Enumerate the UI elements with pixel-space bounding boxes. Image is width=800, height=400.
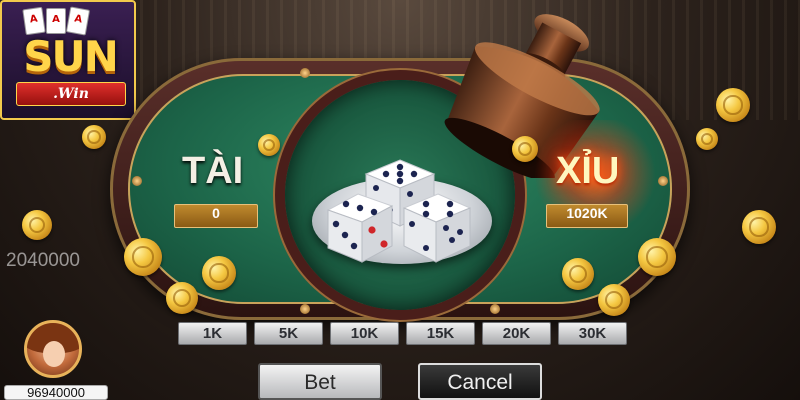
- pot-total: 2040000: [6, 250, 80, 271]
- chip-30k-button[interactable]: 30K: [558, 322, 627, 345]
- avatar-face: [43, 341, 65, 367]
- chip-selector: 1K 5K 10K 15K 20K 30K: [178, 322, 627, 345]
- logo-cards: A A A: [22, 6, 91, 36]
- tai-bet-amount: 0: [174, 204, 258, 228]
- sunwin-logo: A A A SUN .Win: [0, 0, 136, 120]
- gold-coin-icon: [598, 284, 630, 316]
- logo-brand-text: SUN: [23, 32, 119, 81]
- logo-card: A: [46, 8, 66, 34]
- gold-coin-icon: [512, 136, 538, 162]
- chip-1k-button[interactable]: 1K: [178, 322, 247, 345]
- player-balance: 96940000: [4, 385, 108, 400]
- chip-5k-button[interactable]: 5K: [254, 322, 323, 345]
- bet-button[interactable]: Bet: [258, 363, 382, 400]
- gold-coin-icon: [638, 238, 676, 276]
- rim-stud: [490, 304, 500, 314]
- gold-coin-icon: [124, 238, 162, 276]
- gold-coin-icon: [696, 128, 718, 150]
- gold-coin-icon: [258, 134, 280, 156]
- chip-10k-button[interactable]: 10K: [330, 322, 399, 345]
- logo-card: A: [22, 6, 46, 36]
- gold-coin-icon: [742, 210, 776, 244]
- xiu-bet-amount: 1020K: [546, 204, 628, 228]
- tai-label[interactable]: TÀI: [182, 150, 243, 193]
- rim-stud: [300, 304, 310, 314]
- gold-coin-icon: [716, 88, 750, 122]
- gold-coin-icon: [562, 258, 594, 290]
- player-avatar[interactable]: [24, 320, 82, 378]
- logo-ribbon: .Win: [16, 82, 126, 106]
- gold-coin-icon: [202, 256, 236, 290]
- xiu-label[interactable]: XỈU: [556, 150, 619, 193]
- gold-coin-icon: [166, 282, 198, 314]
- rim-stud: [132, 176, 142, 186]
- gold-coin-icon: [22, 210, 52, 240]
- chip-15k-button[interactable]: 15K: [406, 322, 475, 345]
- chip-20k-button[interactable]: 20K: [482, 322, 551, 345]
- cancel-button[interactable]: Cancel: [418, 363, 542, 400]
- die-3: [402, 193, 472, 263]
- gold-coin-icon: [82, 125, 106, 149]
- die-2: [326, 193, 394, 263]
